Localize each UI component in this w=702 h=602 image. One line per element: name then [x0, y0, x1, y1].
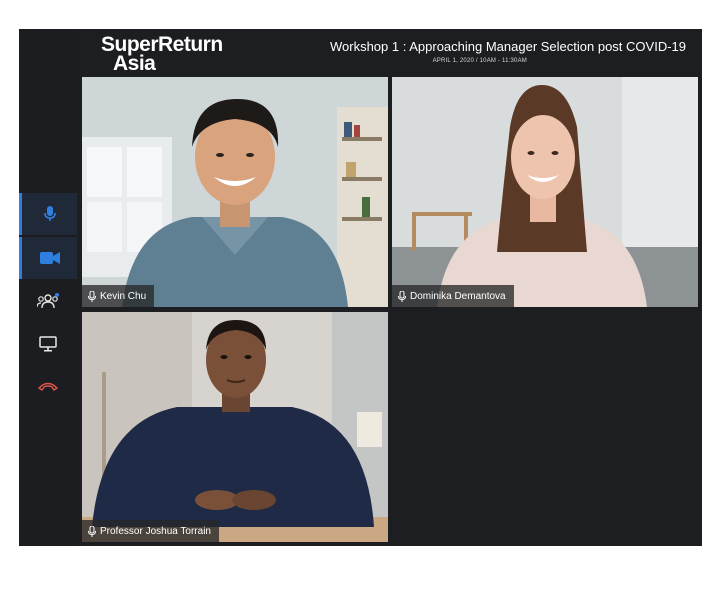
screen-share-icon	[39, 336, 57, 352]
microphone-icon	[88, 525, 96, 537]
sidebar	[19, 29, 77, 546]
toggle-video-button[interactable]	[19, 237, 77, 279]
participant-name-tag: Professor Joshua Torrain	[82, 520, 219, 542]
participant-video	[82, 312, 388, 542]
participant-name-tag: Dominika Demantova	[392, 285, 514, 307]
microphone-icon	[398, 290, 406, 302]
notification-badge	[55, 293, 59, 297]
mute-microphone-button[interactable]	[19, 193, 77, 235]
participants-button[interactable]	[19, 280, 77, 322]
session-title: Workshop 1 : Approaching Manager Selecti…	[329, 39, 686, 54]
video-tile-dominika-demantova[interactable]: Dominika Demantova	[392, 77, 698, 307]
microphone-icon	[88, 290, 96, 302]
end-call-icon	[38, 382, 58, 391]
participant-video	[82, 77, 388, 307]
participant-video	[392, 77, 698, 307]
session-time: APRIL 1, 2020 / 10AM - 11:30AM	[432, 58, 527, 64]
video-camera-icon	[39, 252, 60, 264]
empty-tile-area	[391, 312, 697, 542]
superreturn-logo: SuperReturn Asia	[101, 33, 223, 75]
end-call-button[interactable]	[19, 365, 77, 407]
header: SuperReturn Asia Workshop 1 : Approachin…	[81, 29, 702, 77]
video-call-window: SuperReturn Asia Workshop 1 : Approachin…	[19, 29, 702, 546]
participant-name-tag: Kevin Chu	[82, 285, 155, 307]
video-tile-joshua-torrain[interactable]: Professor Joshua Torrain	[82, 312, 388, 542]
share-screen-button[interactable]	[19, 323, 77, 365]
participants-icon	[37, 293, 59, 309]
microphone-icon	[43, 206, 56, 221]
video-tile-kevin-chu[interactable]: Kevin Chu	[82, 77, 388, 307]
